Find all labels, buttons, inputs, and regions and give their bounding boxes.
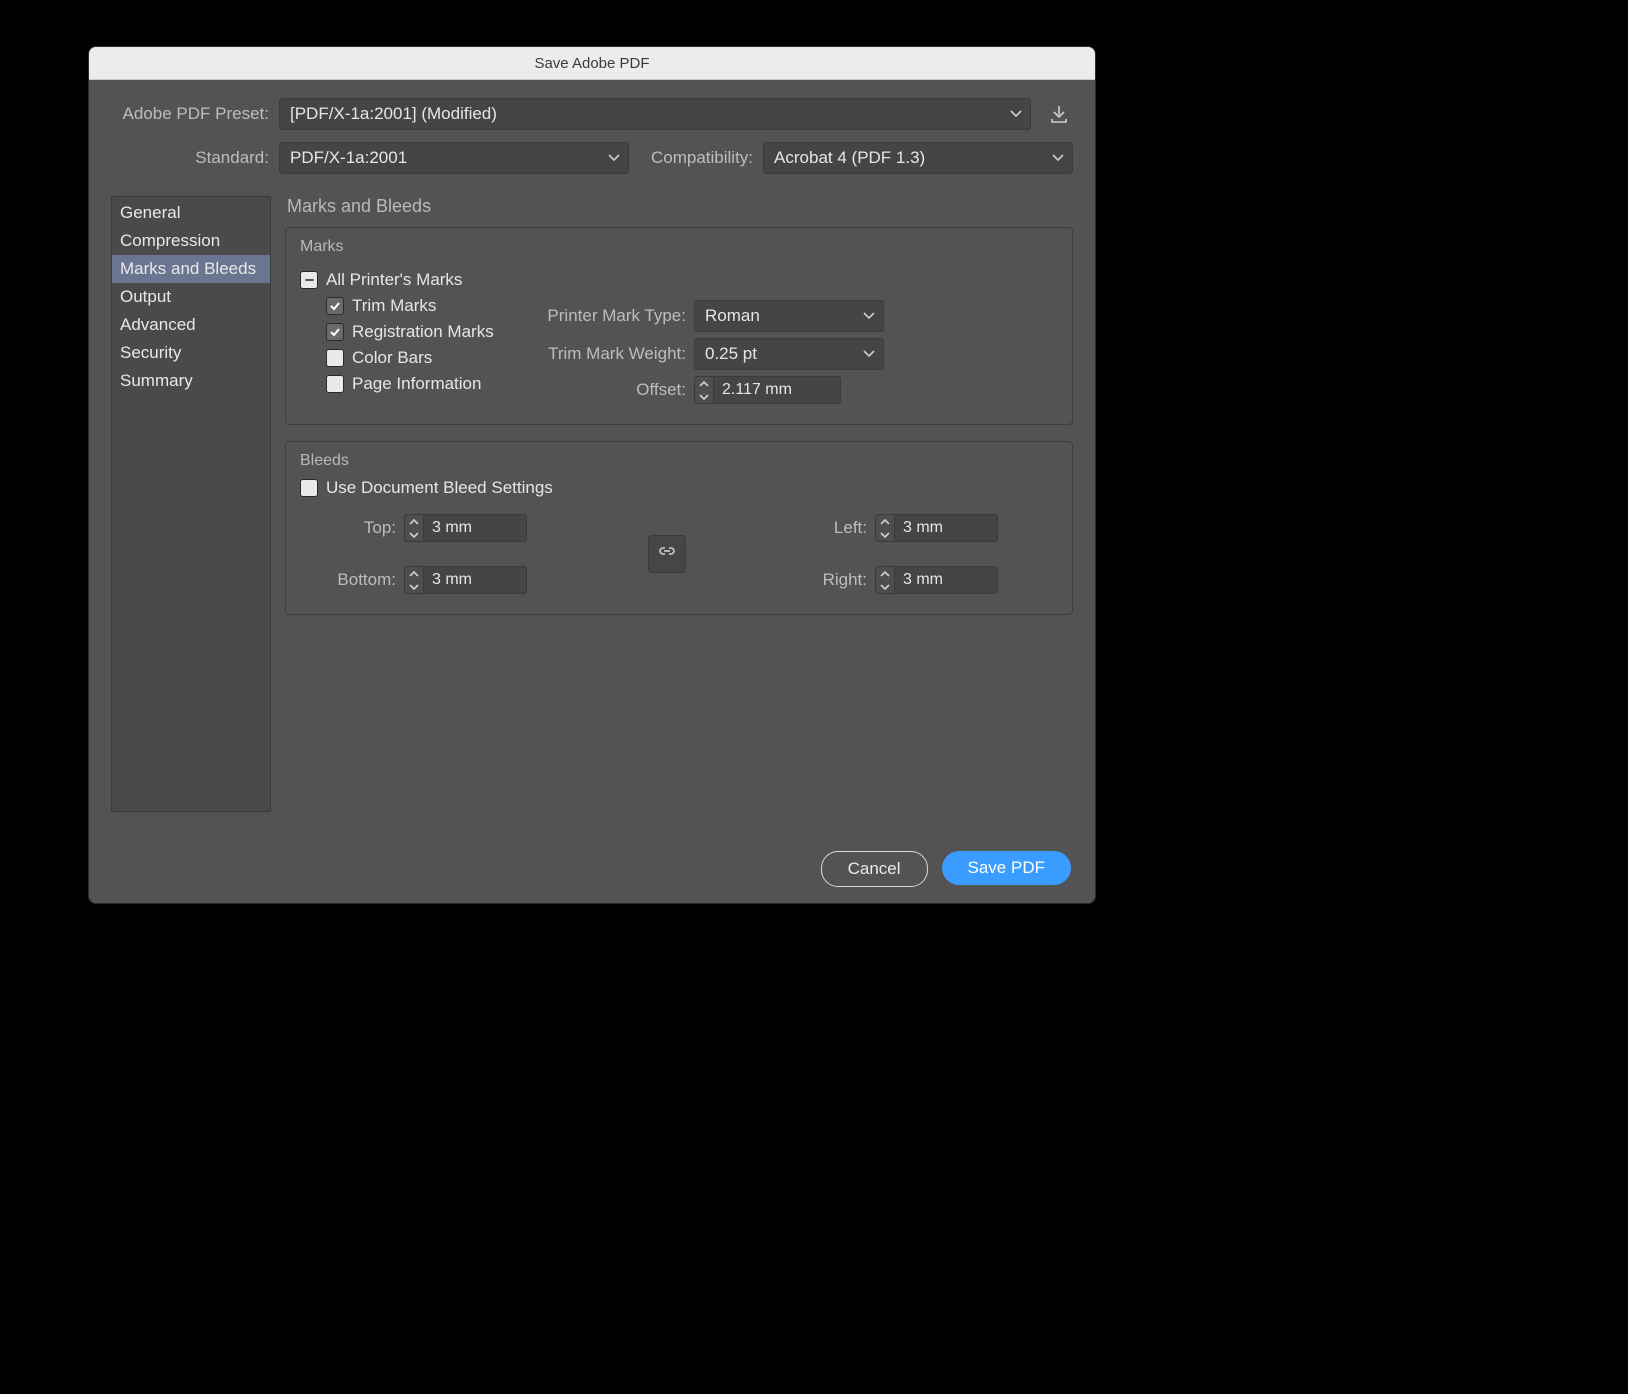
chevron-down-icon bbox=[1052, 154, 1064, 162]
main-panel: Marks and Bleeds Marks All Printer's Mar… bbox=[285, 192, 1073, 836]
bleed-left-stepper[interactable]: 3 mm bbox=[875, 514, 998, 542]
trim-marks-label: Trim Marks bbox=[352, 296, 436, 316]
cancel-button-label: Cancel bbox=[848, 859, 901, 879]
chevron-down-icon bbox=[405, 580, 423, 593]
compatibility-select[interactable]: Acrobat 4 (PDF 1.3) bbox=[763, 142, 1073, 174]
standard-label: Standard: bbox=[111, 148, 269, 168]
bleed-bottom-value[interactable]: 3 mm bbox=[423, 566, 527, 594]
bleed-right-value[interactable]: 3 mm bbox=[894, 566, 998, 594]
sidebar-item-label: Advanced bbox=[120, 315, 196, 334]
chevron-up-icon bbox=[695, 377, 713, 390]
chevron-down-icon bbox=[863, 350, 875, 358]
compatibility-label: Compatibility: bbox=[651, 148, 753, 168]
trim-mark-weight-select[interactable]: 0.25 pt bbox=[694, 338, 884, 370]
use-document-bleed-label: Use Document Bleed Settings bbox=[326, 478, 553, 498]
standard-select[interactable]: PDF/X-1a:2001 bbox=[279, 142, 629, 174]
check-icon bbox=[329, 300, 341, 312]
save-pdf-button-label: Save PDF bbox=[968, 858, 1045, 878]
offset-value[interactable]: 2.117 mm bbox=[713, 376, 841, 404]
sidebar-item-output[interactable]: Output bbox=[112, 283, 270, 311]
sidebar-item-marks-and-bleeds[interactable]: Marks and Bleeds bbox=[112, 255, 270, 283]
printer-mark-type-select[interactable]: Roman bbox=[694, 300, 884, 332]
chevron-down-icon bbox=[1010, 110, 1022, 118]
chevron-down-icon bbox=[876, 528, 894, 541]
bleeds-group: Bleeds Use Document Bleed Settings Top: bbox=[285, 441, 1073, 615]
sidebar-item-advanced[interactable]: Advanced bbox=[112, 311, 270, 339]
sidebar-item-general[interactable]: General bbox=[112, 199, 270, 227]
all-printers-marks-checkbox[interactable] bbox=[300, 271, 318, 289]
bleed-left-value[interactable]: 3 mm bbox=[894, 514, 998, 542]
header-controls: Adobe PDF Preset: [PDF/X-1a:2001] (Modif… bbox=[89, 80, 1095, 192]
stepper-arrows[interactable] bbox=[875, 566, 894, 594]
bleed-right-label: Right: bbox=[807, 570, 867, 590]
sidebar-item-summary[interactable]: Summary bbox=[112, 367, 270, 395]
panel-title: Marks and Bleeds bbox=[287, 196, 1073, 217]
stepper-arrows[interactable] bbox=[404, 514, 423, 542]
sidebar-item-compression[interactable]: Compression bbox=[112, 227, 270, 255]
sidebar-item-label: Summary bbox=[120, 371, 193, 390]
bleed-left-label: Left: bbox=[807, 518, 867, 538]
preset-label: Adobe PDF Preset: bbox=[111, 104, 269, 124]
chevron-up-icon bbox=[876, 515, 894, 528]
link-bleeds-toggle[interactable] bbox=[648, 535, 686, 573]
page-information-label: Page Information bbox=[352, 374, 481, 394]
all-printers-marks-label: All Printer's Marks bbox=[326, 270, 462, 290]
registration-marks-checkbox[interactable] bbox=[326, 323, 344, 341]
offset-label: Offset: bbox=[530, 380, 686, 400]
category-sidebar: General Compression Marks and Bleeds Out… bbox=[111, 196, 271, 812]
sidebar-item-label: Compression bbox=[120, 231, 220, 250]
trim-mark-weight-value: 0.25 pt bbox=[705, 344, 757, 364]
sidebar-item-label: Security bbox=[120, 343, 181, 362]
compatibility-value: Acrobat 4 (PDF 1.3) bbox=[774, 148, 925, 168]
link-icon bbox=[658, 545, 676, 563]
page-information-checkbox[interactable] bbox=[326, 375, 344, 393]
sidebar-item-label: Marks and Bleeds bbox=[120, 259, 256, 278]
bleeds-legend: Bleeds bbox=[300, 452, 1058, 470]
bleed-right-stepper[interactable]: 3 mm bbox=[875, 566, 998, 594]
chevron-down-icon bbox=[695, 390, 713, 403]
preset-value: [PDF/X-1a:2001] (Modified) bbox=[290, 104, 497, 124]
stepper-arrows[interactable] bbox=[694, 376, 713, 404]
offset-stepper[interactable]: 2.117 mm bbox=[694, 376, 841, 404]
cancel-button[interactable]: Cancel bbox=[821, 851, 928, 887]
chevron-down-icon bbox=[405, 528, 423, 541]
chevron-up-icon bbox=[876, 567, 894, 580]
use-document-bleed-checkbox[interactable] bbox=[300, 479, 318, 497]
trim-marks-checkbox[interactable] bbox=[326, 297, 344, 315]
marks-legend: Marks bbox=[300, 238, 1058, 256]
sidebar-item-label: Output bbox=[120, 287, 171, 306]
window-titlebar: Save Adobe PDF bbox=[89, 47, 1095, 80]
chevron-down-icon bbox=[863, 312, 875, 320]
color-bars-label: Color Bars bbox=[352, 348, 432, 368]
bleed-top-label: Top: bbox=[320, 518, 396, 538]
chevron-down-icon bbox=[876, 580, 894, 593]
printer-mark-type-label: Printer Mark Type: bbox=[530, 306, 686, 326]
dialog-footer: Cancel Save PDF bbox=[821, 851, 1071, 887]
chevron-up-icon bbox=[405, 515, 423, 528]
bleed-bottom-stepper[interactable]: 3 mm bbox=[404, 566, 527, 594]
chevron-down-icon bbox=[608, 154, 620, 162]
download-icon bbox=[1049, 104, 1069, 124]
sidebar-item-label: General bbox=[120, 203, 180, 222]
check-icon bbox=[329, 326, 341, 338]
preset-select[interactable]: [PDF/X-1a:2001] (Modified) bbox=[279, 98, 1031, 130]
chevron-up-icon bbox=[405, 567, 423, 580]
bleed-top-value[interactable]: 3 mm bbox=[423, 514, 527, 542]
bleed-top-stepper[interactable]: 3 mm bbox=[404, 514, 527, 542]
trim-mark-weight-label: Trim Mark Weight: bbox=[530, 344, 686, 364]
stepper-arrows[interactable] bbox=[875, 514, 894, 542]
download-preset-button[interactable] bbox=[1045, 100, 1073, 128]
color-bars-checkbox[interactable] bbox=[326, 349, 344, 367]
registration-marks-label: Registration Marks bbox=[352, 322, 494, 342]
window-title: Save Adobe PDF bbox=[534, 55, 649, 72]
indeterminate-icon bbox=[305, 279, 314, 282]
save-pdf-button[interactable]: Save PDF bbox=[942, 851, 1071, 885]
marks-group: Marks All Printer's Marks Trim Marks bbox=[285, 227, 1073, 425]
save-pdf-dialog: Save Adobe PDF Adobe PDF Preset: [PDF/X-… bbox=[88, 46, 1096, 904]
printer-mark-type-value: Roman bbox=[705, 306, 760, 326]
bleed-bottom-label: Bottom: bbox=[320, 570, 396, 590]
sidebar-item-security[interactable]: Security bbox=[112, 339, 270, 367]
standard-value: PDF/X-1a:2001 bbox=[290, 148, 407, 168]
stepper-arrows[interactable] bbox=[404, 566, 423, 594]
